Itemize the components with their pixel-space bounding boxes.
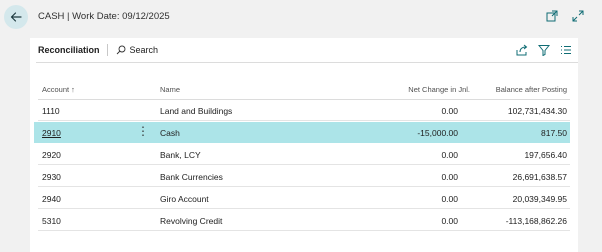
search-button[interactable]: Search: [116, 45, 159, 55]
column-header-name[interactable]: Name: [160, 85, 180, 94]
column-header-net-change[interactable]: Net Change in Jnl.: [408, 85, 470, 94]
balance-cell[interactable]: 817.50: [541, 128, 567, 138]
account-cell[interactable]: 2930: [42, 172, 61, 182]
search-icon: [116, 45, 125, 55]
net-change-cell: 0.00: [441, 172, 458, 182]
row-divider: [38, 208, 570, 209]
toolbar-actions: [516, 44, 572, 56]
row-divider: [38, 120, 570, 121]
table-row[interactable]: 1110 Land and Buildings 0.00 102,731,434…: [34, 100, 570, 121]
name-cell: Land and Buildings: [160, 106, 233, 116]
balance-cell[interactable]: -113,168,862.26: [506, 216, 567, 226]
more-options-icon[interactable]: ⋮: [137, 125, 149, 137]
search-label: Search: [129, 45, 159, 55]
table-row[interactable]: 2940 Giro Account 0.00 20,039,349.95: [34, 188, 570, 209]
column-header-balance[interactable]: Balance after Posting: [496, 85, 567, 94]
account-cell[interactable]: 2940: [42, 194, 61, 204]
name-cell: Bank, LCY: [160, 150, 201, 160]
column-header-account[interactable]: Account ↑: [42, 85, 75, 94]
name-cell: Giro Account: [160, 194, 209, 204]
name-cell: Bank Currencies: [160, 172, 223, 182]
account-cell[interactable]: 2920: [42, 150, 61, 160]
balance-cell[interactable]: 197,656.40: [524, 150, 567, 160]
title-actions: [546, 10, 584, 22]
expand-icon[interactable]: [572, 10, 584, 22]
row-divider: [38, 164, 570, 165]
table-row-selected[interactable]: 2910 ⋮ Cash -15,000.00 817.50: [34, 122, 570, 143]
balance-cell[interactable]: 102,731,434.30: [508, 106, 567, 116]
balance-cell[interactable]: 20,039,349.95: [513, 194, 567, 204]
share-icon[interactable]: [516, 44, 528, 56]
account-cell[interactable]: 2910: [42, 128, 61, 138]
filter-icon[interactable]: [538, 44, 550, 56]
toolbar-divider: [106, 44, 108, 56]
list-view-icon[interactable]: [560, 44, 572, 56]
net-change-cell: 0.00: [441, 106, 458, 116]
account-cell[interactable]: 1110: [42, 106, 60, 116]
open-in-new-window-icon[interactable]: [546, 10, 558, 22]
panel-toolbar: Reconciliation Search: [38, 38, 578, 62]
table-row[interactable]: 2930 Bank Currencies 0.00 26,691,638.57: [34, 166, 570, 187]
page-title: CASH | Work Date: 09/12/2025: [38, 11, 170, 22]
row-divider: [38, 186, 570, 187]
balance-cell[interactable]: 26,691,638.57: [513, 172, 567, 182]
net-change-cell: 0.00: [441, 150, 458, 160]
table-row[interactable]: 2920 Bank, LCY 0.00 197,656.40: [34, 144, 570, 165]
table-header: Account ↑ Name Net Change in Jnl. Balanc…: [38, 82, 570, 98]
net-change-cell: 0.00: [441, 216, 458, 226]
reconciliation-panel: Reconciliation Search Account ↑ Name Net…: [30, 38, 578, 252]
row-divider: [38, 230, 570, 231]
table-row[interactable]: 5310 Revolving Credit 0.00 -113,168,862.…: [34, 210, 570, 231]
name-cell: Cash: [160, 128, 180, 138]
net-change-cell: 0.00: [441, 194, 458, 204]
toolbar-underline: [36, 62, 578, 63]
account-cell[interactable]: 5310: [42, 216, 61, 226]
tab-reconciliation[interactable]: Reconciliation: [38, 45, 107, 55]
back-arrow-icon: [10, 12, 22, 22]
net-change-cell: -15,000.00: [417, 128, 458, 138]
name-cell: Revolving Credit: [160, 216, 223, 226]
back-button[interactable]: [4, 5, 28, 29]
